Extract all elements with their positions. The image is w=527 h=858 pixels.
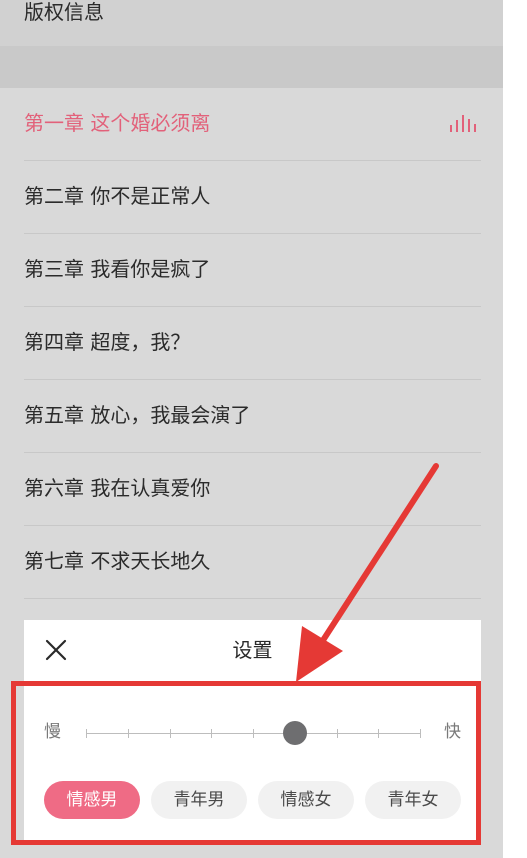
speed-tick [337, 729, 338, 738]
speed-fast-label: 快 [444, 722, 461, 742]
speed-tick [211, 729, 212, 738]
chapter-label: 第六章 我在认真爱你 [24, 476, 211, 500]
voice-option[interactable]: 青年男 [151, 781, 247, 819]
chapter-label: 第一章 这个婚必须离 [24, 111, 211, 135]
chapter-item[interactable]: 第五章 放心，我最会演了 [24, 380, 481, 453]
chapter-item[interactable]: 第七章 不求天长地久 [24, 526, 481, 599]
speed-slider-thumb[interactable] [283, 721, 307, 745]
chapter-list: 第一章 这个婚必须离 第二章 你不是正常人 第三章 我看你是疯了 第四章 超度，… [0, 88, 503, 599]
voice-options: 情感男 青年男 情感女 青年女 [44, 781, 461, 821]
speed-slow-label: 慢 [44, 722, 61, 742]
chapter-item[interactable]: 第六章 我在认真爱你 [24, 453, 481, 526]
speed-control: 慢 快 [24, 716, 481, 752]
right-margin [503, 0, 527, 858]
chapter-item[interactable]: 第二章 你不是正常人 [24, 161, 481, 234]
speed-tick [128, 729, 129, 738]
chapter-label: 第三章 我看你是疯了 [24, 257, 211, 281]
copyright-row[interactable]: 版权信息 [0, 0, 503, 46]
speed-tick [378, 729, 379, 738]
speed-tick [86, 729, 87, 738]
audio-bars-icon [450, 115, 476, 132]
speed-tick [170, 729, 171, 738]
settings-header: 设置 [24, 620, 481, 680]
settings-sheet: 设置 慢 快 情感男 青年男 情感女 青年女 [24, 620, 481, 845]
voice-option[interactable]: 情感女 [258, 781, 354, 819]
chapter-label: 第四章 超度，我？ [24, 330, 191, 354]
chapter-item[interactable]: 第四章 超度，我？ [24, 307, 481, 380]
copyright-label: 版权信息 [24, 0, 104, 24]
chapter-item[interactable]: 第一章 这个婚必须离 [24, 88, 481, 161]
voice-option[interactable]: 情感男 [44, 781, 140, 819]
speed-tick [420, 729, 421, 738]
settings-title: 设置 [232, 638, 273, 662]
speed-slider-track[interactable] [86, 721, 421, 745]
speed-tick [253, 729, 254, 738]
chapter-label: 第二章 你不是正常人 [24, 184, 211, 208]
chapter-item[interactable]: 第三章 我看你是疯了 [24, 234, 481, 307]
section-divider [0, 46, 503, 88]
chapter-label: 第五章 放心，我最会演了 [24, 403, 251, 427]
chapter-label: 第七章 不求天长地久 [24, 549, 211, 573]
voice-option[interactable]: 青年女 [365, 781, 461, 819]
